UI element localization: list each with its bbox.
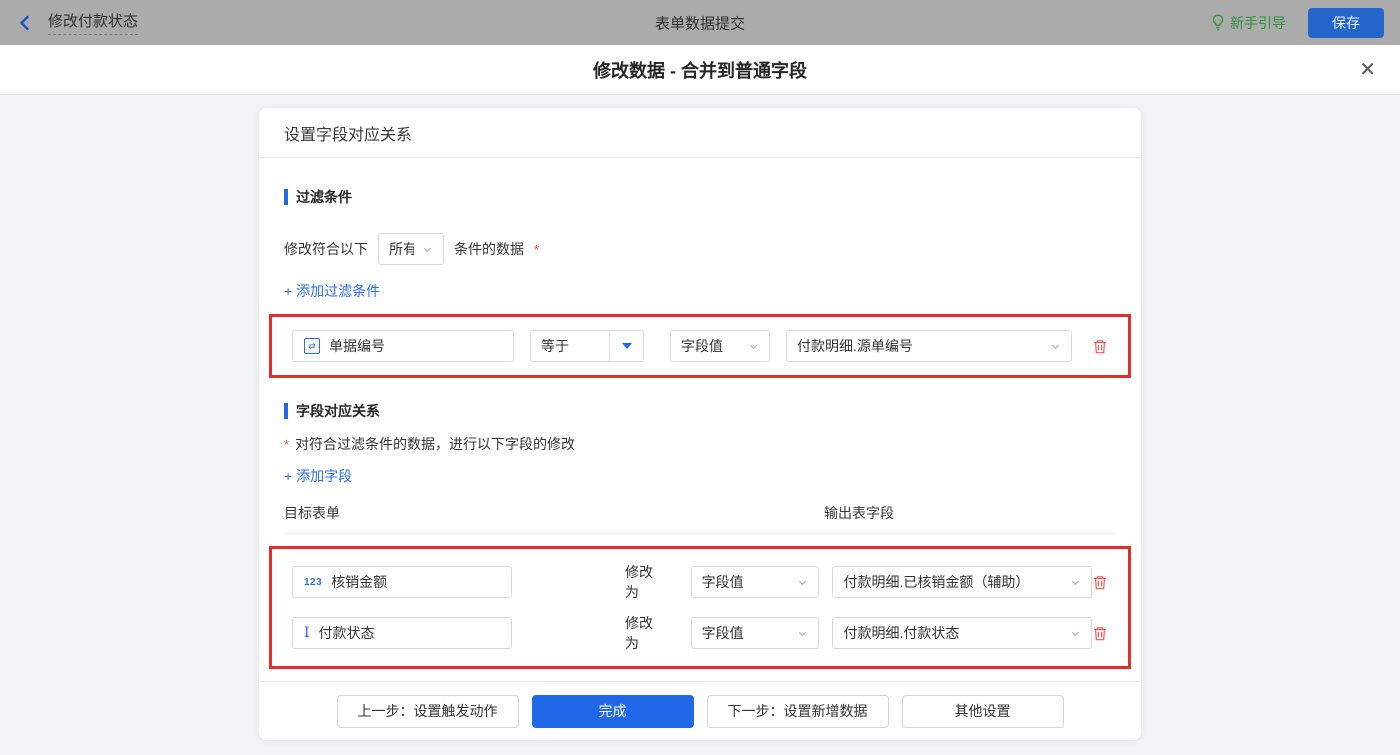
- mapping-column-headers: 目标表单 输出表字段: [284, 503, 1116, 534]
- trash-icon: [1094, 626, 1106, 640]
- filter-section-title: 过滤条件: [284, 187, 1116, 207]
- mapping-highlight-box: 123 核销金额 修改为 字段值 付款明细.已核销金额（辅助） I 付款状态 修…: [269, 546, 1131, 669]
- target-form-column-header: 目标表单: [284, 505, 340, 521]
- output-field-select[interactable]: 付款明细.已核销金额（辅助）: [832, 566, 1092, 598]
- delete-condition-button[interactable]: [1092, 338, 1108, 355]
- value-type-select[interactable]: 字段值: [690, 617, 820, 649]
- trash-icon: [1094, 339, 1106, 353]
- chevron-down-icon: [1071, 631, 1080, 636]
- value-type-select[interactable]: 字段值: [690, 566, 820, 598]
- delete-mapping-button[interactable]: [1092, 574, 1108, 591]
- filter-field-box[interactable]: ⇄ 单据编号: [292, 330, 514, 362]
- chevron-down-icon: [1071, 580, 1080, 585]
- filter-value-select[interactable]: 付款明细.源单编号: [786, 330, 1072, 362]
- target-field-label: 付款状态: [318, 625, 375, 641]
- mapping-description: * 对符合过滤条件的数据，进行以下字段的修改: [284, 436, 576, 452]
- caret-down-icon: [609, 331, 643, 361]
- target-field-box[interactable]: I 付款状态: [292, 617, 512, 649]
- value-type-select[interactable]: 字段值: [670, 330, 770, 362]
- required-asterisk: *: [534, 241, 540, 257]
- save-button[interactable]: 保存: [1308, 7, 1384, 38]
- filter-highlight-box: ⇄ 单据编号 等于 字段值 付款明细.源单编号: [269, 314, 1131, 378]
- node-title: 表单数据提交: [654, 15, 746, 32]
- field-mapping-card: 设置字段对应关系 过滤条件 修改符合以下 所有 条件的数据 * + 添加过滤条件: [259, 108, 1141, 740]
- card-footer: 上一步：设置触发动作 完成 下一步：设置新增数据 其他设置: [259, 681, 1141, 740]
- chevron-down-icon: [423, 247, 432, 252]
- filter-condition-row: ⇄ 单据编号 等于 字段值 付款明细.源单编号: [292, 330, 1108, 362]
- chevron-down-icon: [799, 580, 807, 585]
- delete-mapping-button[interactable]: [1092, 625, 1108, 642]
- match-mode-select[interactable]: 所有: [378, 233, 444, 265]
- dialog-body: 设置字段对应关系 过滤条件 修改符合以下 所有 条件的数据 * + 添加过滤条件: [0, 95, 1400, 755]
- modify-to-label: 修改为: [624, 564, 653, 600]
- close-icon[interactable]: ✕: [1359, 60, 1376, 80]
- match-prefix-label: 修改符合以下: [284, 241, 368, 257]
- modify-to-label: 修改为: [624, 615, 653, 651]
- output-field-select[interactable]: 付款明细.付款状态: [832, 617, 1092, 649]
- target-field-box[interactable]: 123 核销金额: [292, 566, 512, 598]
- filter-field-label: 单据编号: [329, 338, 385, 354]
- section-accent-bar: [284, 189, 288, 205]
- prev-step-button[interactable]: 上一步：设置触发动作: [336, 694, 519, 728]
- required-asterisk: *: [284, 436, 290, 452]
- mapping-row: I 付款状态 修改为 字段值 付款明细.付款状态: [292, 613, 1108, 653]
- chevron-down-icon: [749, 344, 758, 349]
- chevron-down-icon: [799, 631, 807, 636]
- mapping-row: 123 核销金额 修改为 字段值 付款明细.已核销金额（辅助）: [292, 562, 1108, 602]
- chevron-down-icon: [1051, 344, 1060, 349]
- back-button[interactable]: [16, 14, 34, 32]
- other-settings-button[interactable]: 其他设置: [901, 694, 1064, 728]
- done-button[interactable]: 完成: [531, 694, 694, 728]
- number-field-icon: 123: [304, 576, 323, 588]
- filter-match-row: 修改符合以下 所有 条件的数据 *: [284, 233, 1116, 265]
- trash-icon: [1094, 575, 1106, 589]
- beginner-guide-link[interactable]: 新手引导: [1211, 13, 1286, 33]
- dialog-title: 修改数据 - 合并到普通字段: [593, 60, 807, 81]
- output-field-column-header: 输出表字段: [824, 505, 894, 521]
- text-field-icon: I: [304, 625, 310, 641]
- mapping-section-title: 字段对应关系: [284, 401, 1116, 421]
- serial-number-icon: ⇄: [304, 338, 320, 354]
- chevron-left-icon: [20, 15, 29, 30]
- section-accent-bar: [284, 403, 288, 419]
- match-suffix-label: 条件的数据: [454, 241, 524, 257]
- card-header-title: 设置字段对应关系: [259, 108, 1141, 158]
- operator-select[interactable]: 等于: [530, 330, 644, 362]
- dialog-header: 修改数据 - 合并到普通字段 ✕: [0, 45, 1400, 95]
- workflow-title: 修改付款状态: [48, 10, 139, 35]
- guide-label: 新手引导: [1230, 14, 1286, 31]
- add-filter-condition-link[interactable]: + 添加过滤条件: [284, 281, 380, 301]
- top-nav-bar: 修改付款状态 表单数据提交 新手引导 保存: [0, 0, 1400, 45]
- next-step-button[interactable]: 下一步：设置新增数据: [706, 694, 889, 728]
- add-field-link[interactable]: + 添加字段: [284, 466, 352, 486]
- lightbulb-icon: [1212, 14, 1224, 31]
- target-field-label: 核销金额: [331, 574, 388, 590]
